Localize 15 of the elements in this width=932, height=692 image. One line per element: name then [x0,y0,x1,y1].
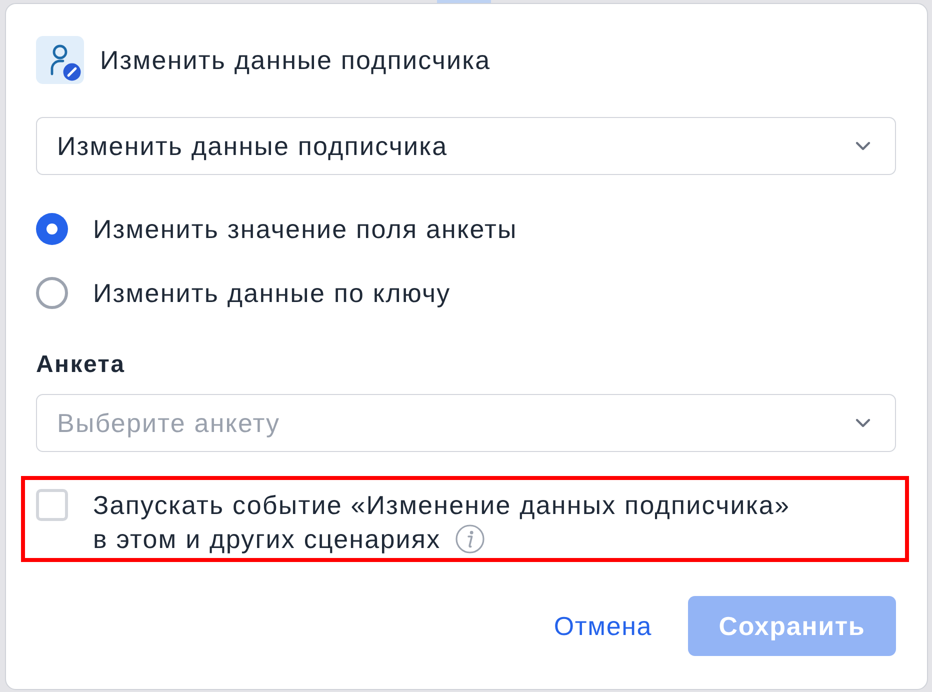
action-select[interactable]: Изменить данные подписчика [36,117,896,175]
chevron-down-icon [855,141,871,151]
radio-selected-icon[interactable] [36,213,68,245]
background-tab-edge [437,0,491,3]
field-label: Анкета [36,350,126,380]
checkbox-label[interactable]: Запускать событие «Изменение данных подписчика» в этом и других сценариях [93,488,790,556]
radio-label[interactable]: Изменить значение поля анкеты [93,213,518,245]
dialog-title: Изменить данные подписчика [100,44,491,76]
chevron-down-icon [855,418,871,428]
info-icon[interactable] [454,524,485,554]
user-edit-icon [36,36,84,84]
radio-icon[interactable] [36,277,68,309]
checkbox[interactable] [36,489,68,521]
radio-label[interactable]: Изменить данные по ключу [93,277,451,309]
cancel-link[interactable]: Отмена [554,609,652,643]
